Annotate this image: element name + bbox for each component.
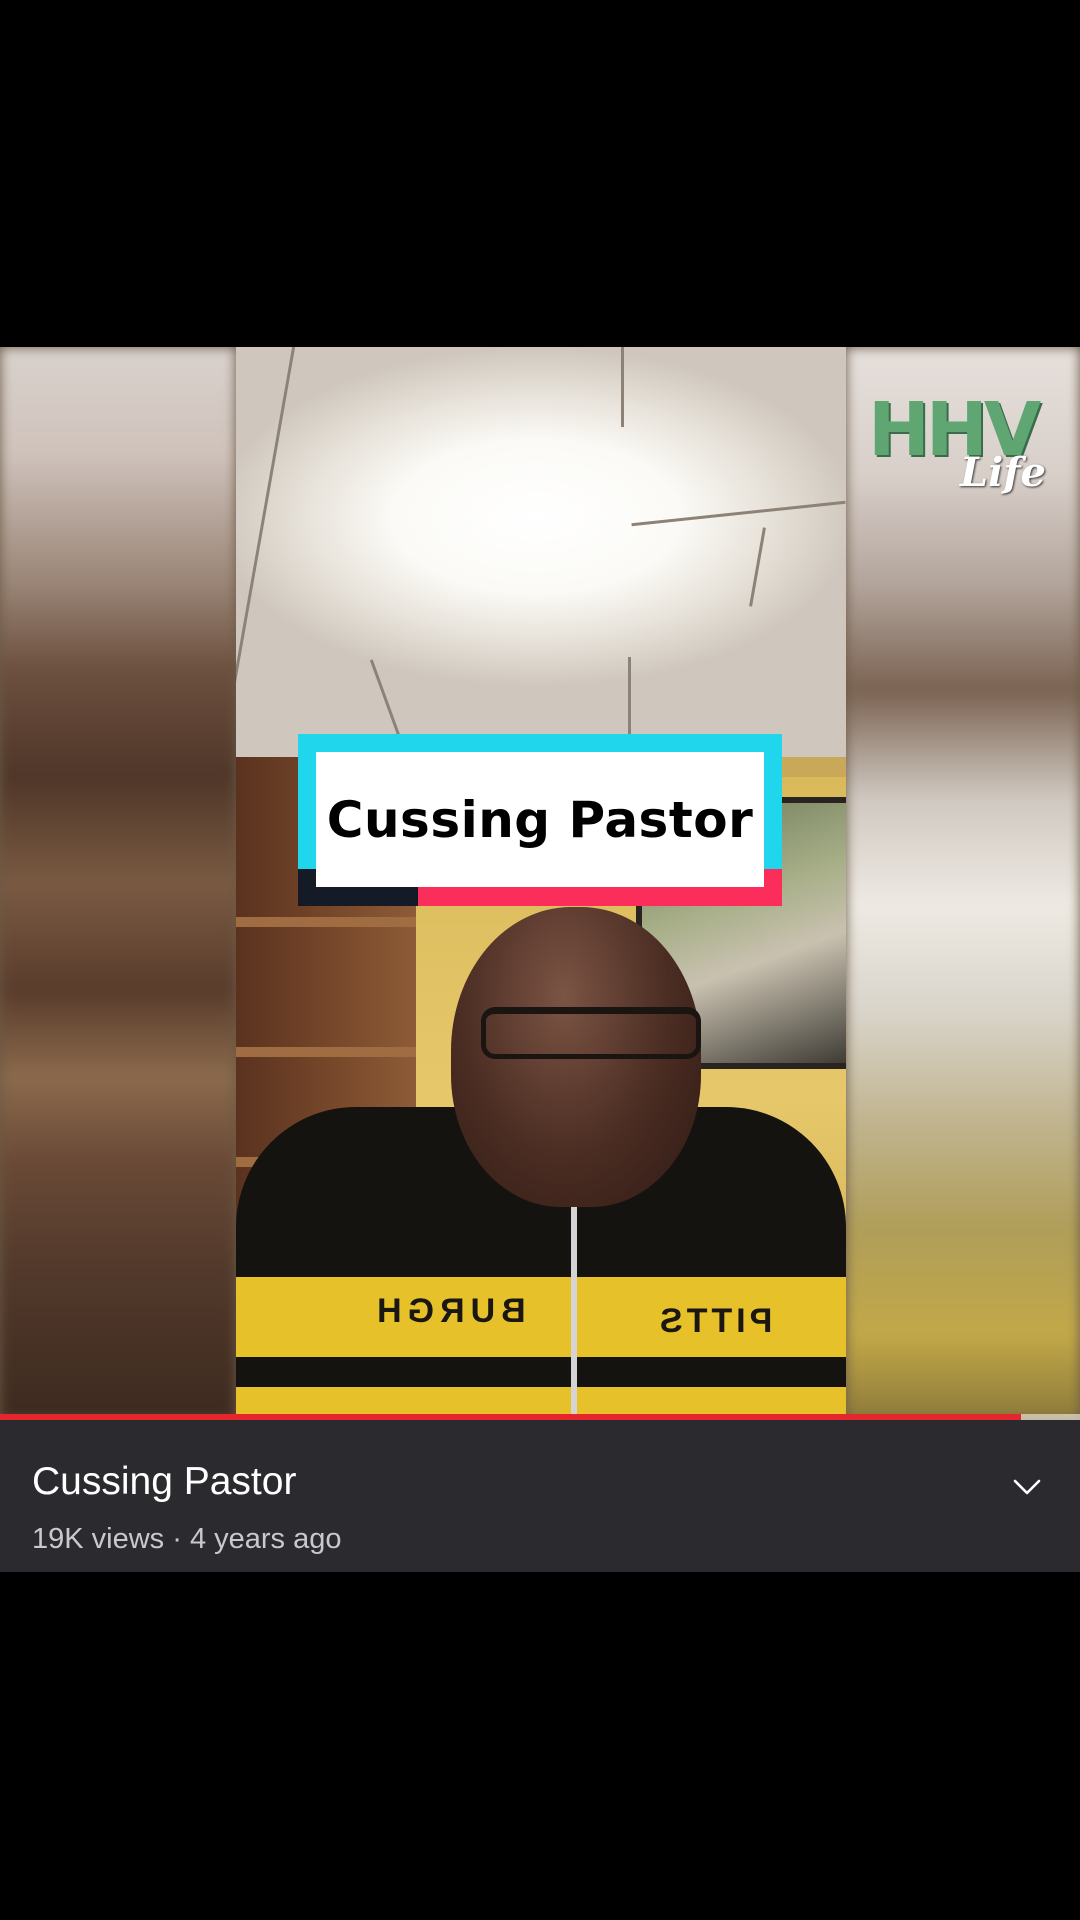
ceiling-light (236, 347, 846, 757)
video-title: Cussing Pastor (32, 1460, 297, 1503)
ceiling-tile-line (621, 347, 624, 427)
blurred-background-left (0, 347, 236, 1420)
overlay-title: Cussing Pastor (326, 790, 754, 849)
screen: BURGH PITTS HHV Life Cussing Pastor Cuss… (0, 0, 1080, 1920)
bottom-letterbox (0, 1572, 1080, 1920)
video-player[interactable]: BURGH PITTS HHV Life Cussing Pastor (0, 347, 1080, 1420)
shelf (236, 917, 416, 927)
jacket-text-right: PITTS (656, 1302, 773, 1340)
title-card: Cussing Pastor (298, 734, 782, 906)
top-letterbox (0, 0, 1080, 347)
video-meta: 19K views · 4 years ago (32, 1523, 342, 1555)
title-card-panel: Cussing Pastor (316, 752, 764, 887)
glasses (481, 1007, 701, 1059)
watermark-logo: HHV Life (868, 379, 1058, 509)
jacket-text-left: BURGH (371, 1292, 526, 1330)
video-info-panel[interactable]: Cussing Pastor 19K views · 4 years ago (0, 1420, 1080, 1572)
expand-description-button[interactable] (1005, 1465, 1049, 1509)
shelf (236, 1047, 416, 1057)
chevron-down-icon (1013, 1479, 1041, 1495)
watermark-logo-sub: Life (960, 449, 1046, 496)
